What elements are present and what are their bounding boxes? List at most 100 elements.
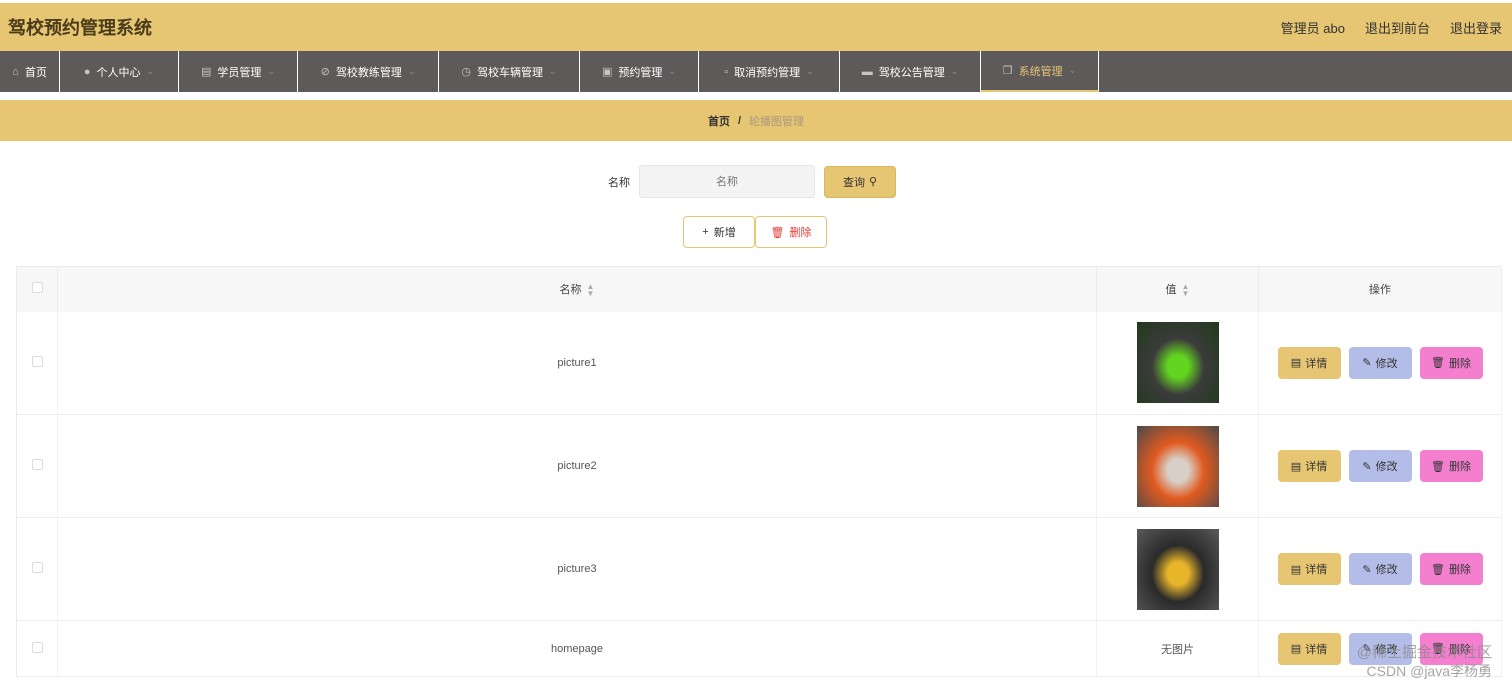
detail-button[interactable]: ▤ 详情 [1277,346,1341,379]
row-checkbox[interactable] [31,562,43,573]
delete-button[interactable]: 🗑 删除 [1419,553,1483,585]
search-bar: 名称 查询 ⚲ [0,165,1512,198]
row-name: picture1 [57,311,1097,415]
trash-icon: 🗑 [1431,460,1445,473]
nav-item-label: 系统管理 [1018,65,1063,78]
nav-item-profile[interactable]: ● 个人中心 ⌄ [60,51,179,92]
table-row: homepage 无图片 ▤ 详情 ✎ 修改 🗑 删除 [16,620,1502,677]
row-checkbox[interactable] [31,459,43,470]
add-button-label: 新增 [713,227,736,239]
chevron-down-icon: ⌄ [549,66,557,76]
detail-button[interactable]: ▤ 详情 [1277,632,1341,665]
sort-icon[interactable]: ▲ ▼ [1182,283,1190,298]
suitcase-icon: ▣ [602,66,613,78]
query-button[interactable]: 查询 ⚲ [824,165,896,198]
nav-item-vehicles[interactable]: ◷ 驾校车辆管理 ⌄ [439,51,580,92]
compass-icon: ◷ [461,66,472,78]
document-icon: ▤ [1290,563,1302,576]
nav-item-label: 驾校公告管理 [878,66,945,79]
search-label: 名称 [608,176,630,189]
add-button[interactable]: + 新增 [683,216,755,248]
user-icon: ● [83,65,91,78]
column-header-value[interactable]: 值 ▲ ▼ [1096,266,1259,312]
car-thumbnail-image[interactable] [1136,425,1219,507]
column-header-name[interactable]: 名称 ▲ ▼ [57,266,1097,312]
row-select-cell [16,311,58,415]
main-nav: ⌂ 首页 ● 个人中心 ⌄ ▤ 学员管理 ⌄ ⊘ 驾校教练管理 ⌄ ◷ 驾校车辆… [0,51,1512,92]
trash-icon: 🗑 [1431,357,1445,370]
row-actions: ▤ 详情 ✎ 修改 🗑 删除 [1258,414,1502,518]
chevron-down-icon: ⌄ [668,66,676,76]
top-header: 驾校预约管理系统 管理员 abo 退出到前台 退出登录 [0,3,1512,51]
detail-button[interactable]: ▤ 详情 [1277,553,1341,585]
nav-item-announcements[interactable]: ▬ 驾校公告管理 ⌄ [840,51,981,92]
chevron-down-icon: ⌄ [407,66,416,76]
row-select-cell [16,620,58,677]
edit-button[interactable]: ✎ 修改 [1348,346,1412,379]
nav-item-label: 驾校车辆管理 [477,66,544,79]
nav-item-students[interactable]: ▤ 学员管理 ⌄ [179,51,298,92]
data-table: 名称 ▲ ▼ 值 ▲ ▼ 操作 picture1 ▤ 详情 ✎ 修改 🗑 删除 picture2 ▤ 详情… [16,266,1502,677]
row-value [1096,414,1259,518]
delete-button[interactable]: 🗑 删除 [1419,346,1483,379]
batch-delete-button[interactable]: 🗑 删除 [755,216,827,248]
column-header-label: 名称 [559,284,582,297]
detail-button-label: 详情 [1305,643,1328,656]
nav-item-home[interactable]: ⌂ 首页 [0,51,60,92]
car-thumbnail-image[interactable] [1136,322,1219,404]
chevron-down-icon: ⌄ [950,66,959,76]
search-input[interactable] [639,165,815,198]
row-select-cell [16,414,58,518]
table-row: picture3 ▤ 详情 ✎ 修改 🗑 删除 [16,517,1502,621]
nav-item-label: 首页 [24,66,47,79]
select-all-checkbox[interactable] [31,282,43,294]
pencil-icon: ✎ [1362,563,1372,576]
delete-button-label: 删除 [1448,461,1471,473]
edit-button[interactable]: ✎ 修改 [1348,450,1412,482]
nav-item-appointments[interactable]: ▣ 预约管理 ⌄ [580,51,699,92]
nav-item-system[interactable]: ❐ 系统管理 ⌄ [981,51,1099,92]
row-action-group: ▤ 详情 ✎ 修改 🗑 删除 [1259,346,1501,379]
column-header-label: 操作 [1369,284,1391,297]
edit-button-label: 修改 [1375,461,1398,473]
search-icon: ⚲ [868,176,878,188]
chevron-down-icon: ⌄ [806,66,814,76]
table-row: picture1 ▤ 详情 ✎ 修改 🗑 删除 [16,311,1502,415]
row-name: picture3 [57,517,1097,621]
watermark-line-2: CSDN @java李杨勇 [1366,663,1492,679]
chart-icon: ▤ [201,66,212,78]
delete-button[interactable]: 🗑 删除 [1419,450,1483,482]
row-value [1096,517,1259,621]
delete-button-label: 删除 [1448,564,1471,576]
row-select-cell [16,517,58,621]
car-thumbnail-image[interactable] [1136,528,1219,610]
nav-item-coaches[interactable]: ⊘ 驾校教练管理 ⌄ [298,51,439,92]
row-value: 无图片 [1096,620,1259,677]
trash-icon: 🗑 [770,226,785,239]
document-icon: ▤ [1290,643,1302,655]
edit-button[interactable]: ✎ 修改 [1348,553,1412,585]
breadcrumb-home[interactable]: 首页 [708,113,730,129]
logout-link[interactable]: 退出登录 [1450,18,1502,37]
sort-icon[interactable]: ▲ ▼ [587,283,595,298]
admin-user-label[interactable]: 管理员 abo [1281,18,1345,37]
row-checkbox[interactable] [31,355,43,367]
detail-button[interactable]: ▤ 详情 [1277,450,1341,482]
column-header-label: 值 [1165,284,1177,297]
app-title: 驾校预约管理系统 [8,18,152,38]
pencil-icon: ✎ [1362,357,1372,370]
detail-button-label: 详情 [1305,357,1328,370]
delete-button-label: 删除 [1448,357,1471,370]
clipboard-icon: ▫ [724,65,729,78]
back-to-front-link[interactable]: 退出到前台 [1365,18,1430,37]
row-checkbox[interactable] [31,641,43,653]
nav-item-cancel-appointments[interactable]: ▫ 取消预约管理 ⌄ [699,51,840,92]
document-icon: ▤ [1290,357,1302,370]
table-actions: + 新增 🗑 删除 [683,216,827,248]
nav-item-label: 驾校教练管理 [335,66,402,79]
pencil-icon: ✎ [1362,460,1372,473]
chevron-down-icon: ⌄ [146,66,155,76]
document-icon: ▤ [1290,460,1302,473]
delete-button-label: 删除 [789,227,812,239]
table-row: picture2 ▤ 详情 ✎ 修改 🗑 删除 [16,414,1502,518]
